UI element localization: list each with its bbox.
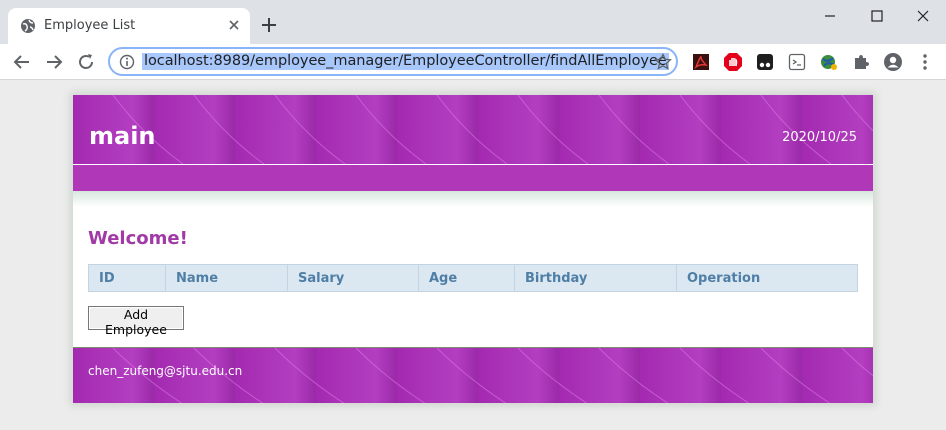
page-viewport: main 2020/10/25 Welcome! ID Name Salary …	[0, 81, 946, 430]
tab-title: Employee List	[44, 18, 136, 33]
column-header-name: Name	[165, 264, 288, 292]
profile-icon[interactable]	[883, 52, 903, 72]
globe-icon	[21, 19, 35, 33]
adblock-extension-icon[interactable]	[723, 52, 743, 72]
page-container: main 2020/10/25 Welcome! ID Name Salary …	[73, 95, 873, 403]
maximize-icon[interactable]	[867, 6, 887, 26]
welcome-heading: Welcome!	[88, 228, 188, 249]
footer-banner: chen_zufeng@sjtu.edu.cn	[73, 347, 873, 403]
nav-bar	[73, 165, 873, 191]
tab-strip: Employee List	[0, 0, 946, 44]
column-header-operation: Operation	[676, 264, 858, 292]
window-close-icon[interactable]	[913, 6, 933, 26]
browser-tab[interactable]: Employee List	[8, 8, 250, 44]
plus-icon[interactable]	[260, 16, 278, 34]
network-extension-icon[interactable]	[819, 52, 839, 72]
info-icon[interactable]	[119, 54, 135, 70]
url-text[interactable]: localhost:8989/employee_manager/Employee…	[142, 53, 669, 70]
column-header-age: Age	[418, 264, 515, 292]
column-header-birthday: Birthday	[514, 264, 677, 292]
header-banner: main 2020/10/25	[73, 95, 873, 164]
footer-email: chen_zufeng@sjtu.edu.cn	[88, 364, 243, 378]
browser-toolbar: localhost:8989/employee_manager/Employee…	[0, 44, 946, 80]
star-icon[interactable]	[654, 53, 672, 71]
puzzle-extension-icon[interactable]	[851, 52, 871, 72]
menu-icon[interactable]	[915, 52, 935, 72]
table-header-row: ID Name Salary Age Birthday Operation	[88, 264, 858, 292]
reload-icon[interactable]	[76, 52, 96, 72]
nav-shadow	[73, 191, 873, 207]
employee-table: ID Name Salary Age Birthday Operation	[88, 264, 858, 292]
pdf-extension-icon[interactable]	[691, 52, 711, 72]
address-bar[interactable]: localhost:8989/employee_manager/Employee…	[108, 47, 678, 76]
column-header-salary: Salary	[287, 264, 419, 292]
column-header-id: ID	[88, 264, 166, 292]
site-title: main	[89, 122, 156, 150]
minimize-icon[interactable]	[820, 6, 840, 26]
close-icon[interactable]	[226, 17, 242, 33]
header-date: 2020/10/25	[782, 130, 857, 145]
banner-pattern	[112, 95, 873, 164]
forward-arrow-icon[interactable]	[44, 52, 64, 72]
back-arrow-icon[interactable]	[12, 52, 32, 72]
tampermonkey-extension-icon[interactable]	[755, 52, 775, 72]
mask-extension-icon[interactable]	[787, 52, 807, 72]
add-employee-button[interactable]: Add Employee	[88, 306, 184, 337]
